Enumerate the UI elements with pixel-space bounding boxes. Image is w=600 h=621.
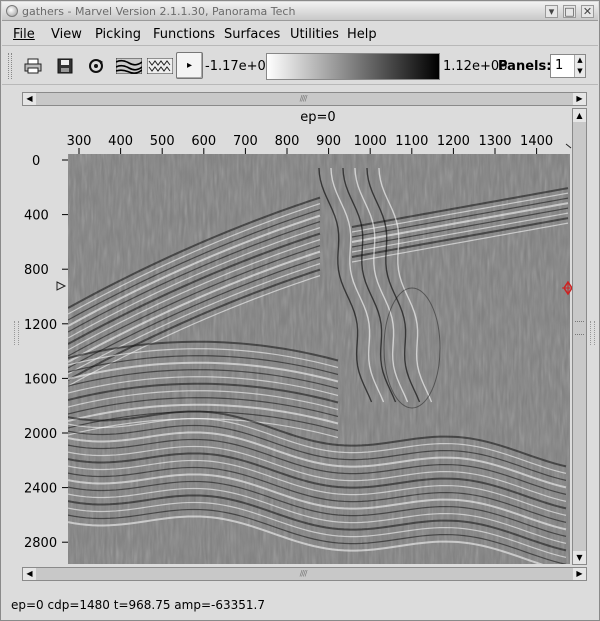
y-tick-label: 400 bbox=[24, 209, 49, 224]
toolbar-handle[interactable] bbox=[8, 53, 12, 79]
scroll-grip-icon-bottom[interactable]: //// bbox=[291, 569, 315, 579]
y-tick-label: 1600 bbox=[24, 372, 57, 387]
menu-picking[interactable]: Picking bbox=[95, 27, 141, 42]
menu-utilities[interactable]: Utilities bbox=[290, 27, 339, 42]
status-bar: ep=0 cdp=1480 t=968.75 amp=-63351.7 bbox=[11, 598, 265, 612]
y-tick-label: 2400 bbox=[24, 482, 57, 497]
top-horizontal-scrollbar[interactable]: ◀ //// ▶ bbox=[22, 92, 587, 106]
x-tick-label: 800 bbox=[275, 134, 300, 149]
corner-cursor-icon bbox=[565, 143, 572, 149]
print-icon[interactable] bbox=[22, 56, 44, 76]
colorbar-min-label: -1.17e+06 bbox=[205, 59, 275, 74]
x-tick-label: 900 bbox=[316, 134, 341, 149]
close-button[interactable]: ✕ bbox=[581, 5, 594, 18]
bottom-horizontal-scrollbar[interactable]: ◀ //// ▶ bbox=[22, 567, 587, 581]
panels-spinbox[interactable]: 1 ▲ ▼ bbox=[550, 54, 586, 78]
menu-functions[interactable]: Functions bbox=[153, 27, 215, 42]
x-tick-label: 400 bbox=[108, 134, 133, 149]
x-tick-label: 1100 bbox=[395, 134, 428, 149]
x-tick-label: 1000 bbox=[354, 134, 387, 149]
vertical-scrollbar[interactable]: ▲ ▼ bbox=[572, 108, 587, 565]
minimize-button[interactable]: ▾ bbox=[545, 5, 558, 18]
panels-value[interactable]: 1 bbox=[555, 58, 563, 73]
colorbar bbox=[266, 53, 440, 80]
wiggle-display-icon[interactable] bbox=[115, 56, 143, 76]
y-tick-label: 2800 bbox=[24, 536, 57, 551]
menu-file[interactable]: File bbox=[13, 27, 35, 42]
time-cursor-icon bbox=[56, 281, 67, 291]
y-tick-label: 0 bbox=[32, 154, 40, 169]
menu-surfaces[interactable]: Surfaces bbox=[224, 27, 280, 42]
scroll-down-icon[interactable]: ▼ bbox=[573, 551, 586, 564]
spin-down-icon[interactable]: ▼ bbox=[574, 66, 585, 77]
y-tick-label: 2000 bbox=[24, 427, 57, 442]
scroll-grip-icon[interactable]: //// bbox=[291, 94, 315, 104]
panel-title: ep=0 bbox=[300, 110, 335, 125]
menu-help[interactable]: Help bbox=[347, 27, 377, 42]
panels-label: Panels: bbox=[498, 59, 552, 74]
menu-file-label: File bbox=[13, 27, 35, 42]
scroll-right-icon[interactable]: ▶ bbox=[573, 93, 586, 105]
x-tick-label: 1400 bbox=[520, 134, 553, 149]
toolbar: ▸ -1.17e+06 1.12e+06 Panels: 1 ▲ ▼ bbox=[2, 47, 598, 85]
menu-bar: File View Picking Functions Surfaces Uti… bbox=[2, 22, 598, 46]
play-button[interactable]: ▸ bbox=[176, 52, 203, 79]
x-tick-label: 1300 bbox=[478, 134, 511, 149]
scroll-left-icon-bottom[interactable]: ◀ bbox=[23, 568, 36, 580]
app-icon[interactable] bbox=[6, 5, 18, 17]
x-tick-label: 700 bbox=[233, 134, 258, 149]
scroll-right-icon-bottom[interactable]: ▶ bbox=[573, 568, 586, 580]
left-resize-handle[interactable] bbox=[14, 321, 19, 345]
spin-up-icon[interactable]: ▲ bbox=[574, 55, 585, 66]
window-title: gathers - Marvel Version 2.1.1.30, Panor… bbox=[22, 5, 296, 18]
menu-view[interactable]: View bbox=[51, 27, 82, 42]
title-bar[interactable]: gathers - Marvel Version 2.1.1.30, Panor… bbox=[2, 2, 598, 21]
x-tick-label: 300 bbox=[67, 134, 92, 149]
scroll-left-icon[interactable]: ◀ bbox=[23, 93, 36, 105]
vscroll-grip-icon[interactable] bbox=[575, 321, 584, 335]
main-window: gathers - Marvel Version 2.1.1.30, Panor… bbox=[0, 0, 600, 621]
x-tick-label: 1200 bbox=[437, 134, 470, 149]
maximize-button[interactable]: □ bbox=[563, 5, 576, 18]
x-tick-label: 600 bbox=[191, 134, 216, 149]
y-tick-label: 1200 bbox=[24, 318, 57, 333]
y-tick-label: 800 bbox=[24, 263, 49, 278]
x-tick-label: 500 bbox=[150, 134, 175, 149]
right-resize-handle[interactable] bbox=[590, 321, 595, 345]
refresh-icon[interactable] bbox=[85, 56, 107, 76]
seismic-plot[interactable]: ep=0 300 400 500 600 700 800 900 1000 1100 1200 13… bbox=[22, 108, 574, 565]
scroll-up-icon[interactable]: ▲ bbox=[573, 109, 586, 122]
seismic-panel: ep=0 300 400 500 600 700 800 900 1000 1100 1200 13… bbox=[22, 108, 574, 565]
density-display-icon[interactable] bbox=[146, 56, 174, 76]
save-icon[interactable] bbox=[54, 56, 76, 76]
